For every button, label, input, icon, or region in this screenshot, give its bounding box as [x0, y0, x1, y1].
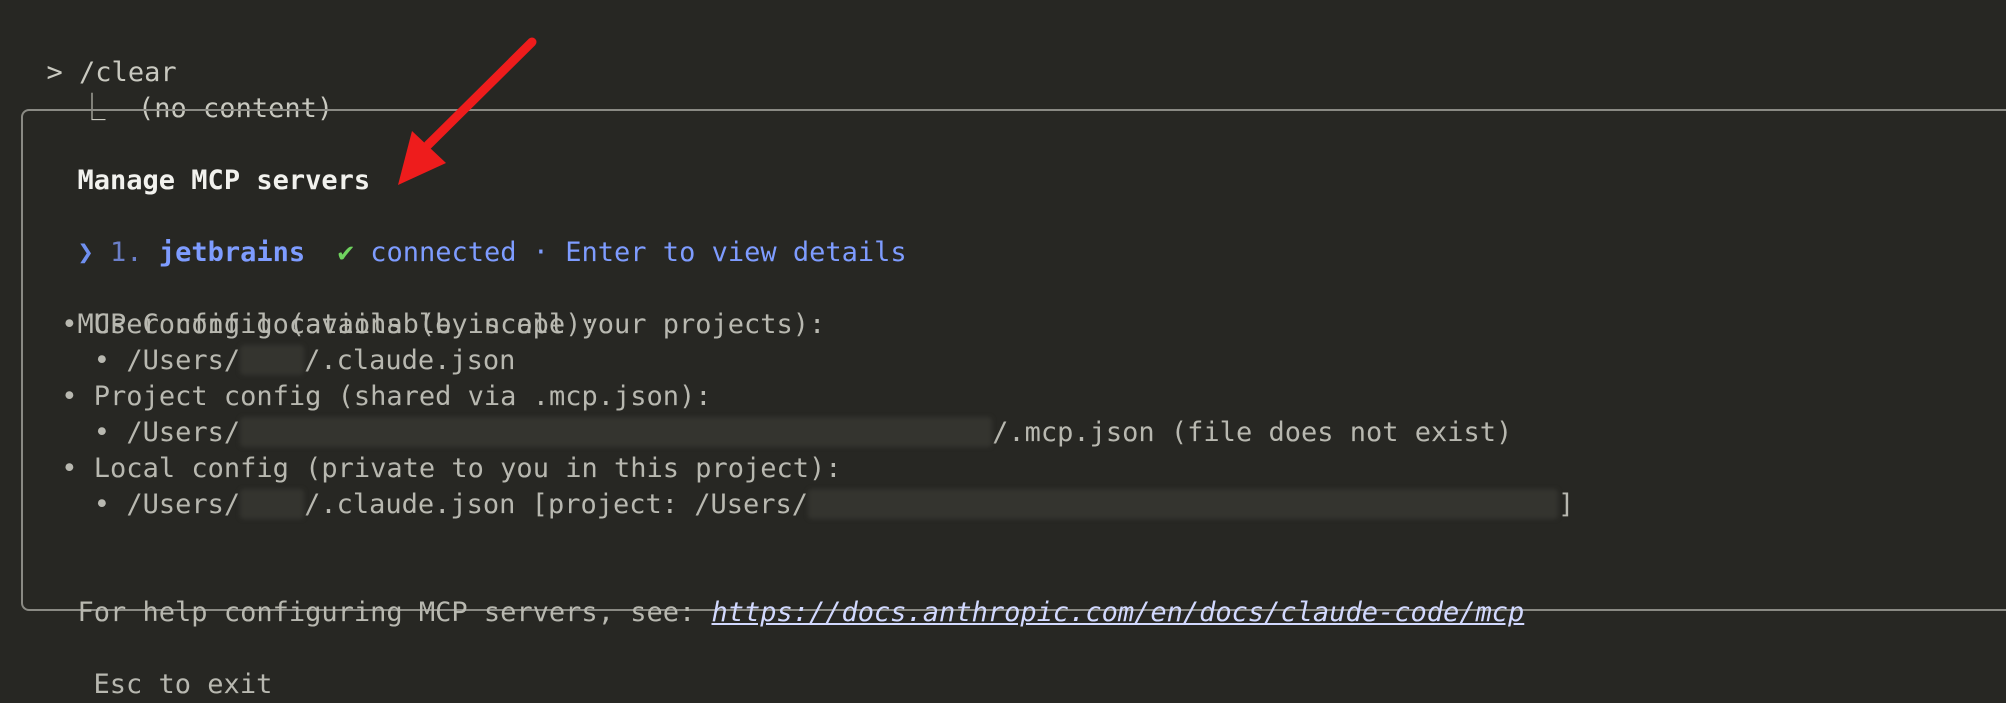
annotation-arrow-icon [398, 37, 537, 185]
